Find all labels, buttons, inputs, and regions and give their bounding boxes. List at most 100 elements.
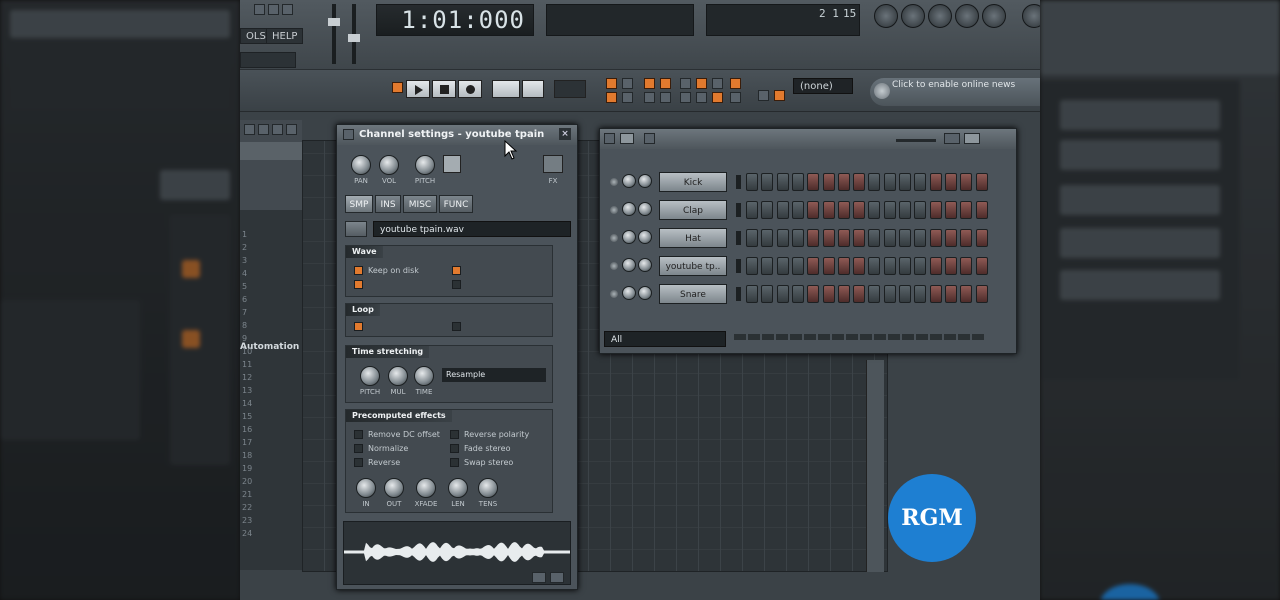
channel-select-indicator[interactable] [736, 175, 741, 189]
step-button[interactable] [791, 201, 804, 219]
keyboard-toggle-icon[interactable] [964, 133, 980, 144]
pattern-nav-icon[interactable] [644, 133, 655, 144]
main-pitch-fader[interactable] [348, 4, 360, 64]
window-menu-icon[interactable] [604, 133, 615, 144]
step-button[interactable] [822, 201, 835, 219]
step-button[interactable] [822, 229, 835, 247]
toolbar-icon[interactable] [282, 4, 293, 15]
swap-stereo-checkbox[interactable] [450, 458, 459, 467]
small-toggle-icon[interactable] [712, 78, 723, 89]
countdown-icon[interactable] [622, 78, 633, 89]
channel-settings-title[interactable]: Channel settings - youtube tpain × [337, 125, 577, 145]
step-button[interactable] [791, 229, 804, 247]
step-button[interactable] [960, 229, 973, 247]
channel-volume-knob[interactable] [638, 174, 652, 188]
tool-icon[interactable] [730, 78, 741, 89]
reverse-checkbox[interactable] [354, 458, 363, 467]
window-menu-icon[interactable] [343, 129, 354, 140]
step-button[interactable] [761, 257, 774, 275]
step-button[interactable] [929, 257, 942, 275]
browse-file-button[interactable] [345, 221, 367, 237]
channel-button[interactable]: youtube tp.. [659, 256, 727, 276]
step-button[interactable] [914, 173, 927, 191]
step-button[interactable] [807, 201, 820, 219]
channel-pan-knob[interactable] [622, 258, 636, 272]
step-button[interactable] [853, 257, 866, 275]
step-button[interactable] [776, 201, 789, 219]
auto-scroll-icon[interactable] [696, 78, 707, 89]
step-button[interactable] [761, 201, 774, 219]
step-button[interactable] [899, 257, 911, 275]
mute-light-icon[interactable] [610, 290, 618, 298]
preset-icon[interactable] [758, 90, 769, 101]
step-button[interactable] [761, 173, 774, 191]
stretch-mode-select[interactable]: Resample [442, 368, 546, 382]
step-button[interactable] [853, 229, 866, 247]
step-button[interactable] [822, 173, 835, 191]
waveform-display[interactable] [343, 521, 571, 585]
step-button[interactable] [960, 173, 973, 191]
step-button[interactable] [899, 229, 911, 247]
step-button[interactable] [944, 257, 957, 275]
stretch-mul-knob[interactable] [388, 366, 408, 386]
step-button[interactable] [883, 173, 896, 191]
browser-icon[interactable] [258, 124, 269, 135]
fx-out-knob[interactable] [384, 478, 404, 498]
channel-pan-knob[interactable] [622, 202, 636, 216]
step-button[interactable] [746, 257, 758, 275]
step-button[interactable] [914, 201, 927, 219]
step-button[interactable] [822, 285, 835, 303]
step-button[interactable] [746, 201, 758, 219]
step-edit-icon[interactable] [644, 78, 655, 89]
graph-toggle-icon[interactable] [944, 133, 960, 144]
pattern-icon[interactable] [620, 133, 634, 144]
loop-option-checkbox[interactable] [354, 322, 363, 331]
small-toggle-icon[interactable] [712, 92, 723, 103]
step-button[interactable] [960, 285, 973, 303]
loop-record-icon[interactable] [660, 92, 671, 103]
waveform-zoom-icon[interactable] [532, 572, 546, 583]
record-mode-icon[interactable] [696, 92, 707, 103]
step-button[interactable] [837, 201, 850, 219]
step-button[interactable] [746, 173, 758, 191]
mute-light-icon[interactable] [610, 178, 618, 186]
step-button[interactable] [868, 257, 881, 275]
step-button[interactable] [960, 201, 973, 219]
step-button[interactable] [929, 173, 942, 191]
step-button[interactable] [807, 173, 820, 191]
step-button[interactable] [791, 173, 804, 191]
browser-icon[interactable] [286, 124, 297, 135]
step-button[interactable] [883, 285, 896, 303]
channel-pan-knob[interactable] [622, 174, 636, 188]
step-sequencer-title-bar[interactable] [600, 129, 1016, 149]
pattern-display[interactable] [554, 80, 586, 98]
swing-slider[interactable] [896, 139, 936, 142]
channel-icon[interactable] [443, 155, 461, 173]
step-button[interactable] [807, 229, 820, 247]
step-button[interactable] [929, 201, 942, 219]
step-button[interactable] [837, 229, 850, 247]
tempo-display[interactable] [522, 80, 544, 98]
mute-light-icon[interactable] [610, 206, 618, 214]
step-button[interactable] [975, 173, 988, 191]
step-button[interactable] [883, 201, 896, 219]
step-button[interactable] [914, 257, 927, 275]
step-button[interactable] [776, 173, 789, 191]
step-button[interactable] [853, 285, 866, 303]
tool-icon[interactable] [730, 92, 741, 103]
mute-light-icon[interactable] [610, 234, 618, 242]
blend-icon[interactable] [622, 92, 633, 103]
step-button[interactable] [776, 229, 789, 247]
channel-select-indicator[interactable] [736, 287, 741, 301]
step-button[interactable] [975, 257, 988, 275]
channel-volume-knob[interactable] [638, 286, 652, 300]
normalize-checkbox[interactable] [354, 444, 363, 453]
pan-knob[interactable] [351, 155, 371, 175]
step-button[interactable] [837, 285, 850, 303]
preset-icon[interactable] [774, 90, 785, 101]
step-button[interactable] [929, 229, 942, 247]
volume-knob[interactable] [379, 155, 399, 175]
extra-window-button[interactable] [1022, 4, 1040, 28]
step-button[interactable] [883, 257, 896, 275]
pitch-knob[interactable] [415, 155, 435, 175]
